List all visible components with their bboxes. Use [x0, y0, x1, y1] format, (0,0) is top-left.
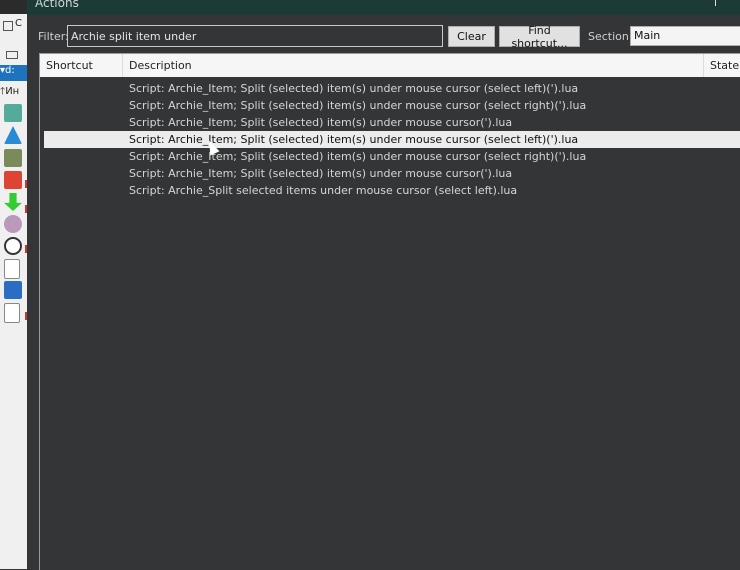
row-description: Script: Archie_Item; Split (selected) it… [129, 99, 587, 112]
app-icon [3, 21, 13, 31]
section-label: Section: [588, 30, 633, 43]
strip-item-1[interactable]: C [0, 18, 27, 34]
strip-item-label: Ин [5, 86, 20, 97]
clock-icon[interactable] [4, 237, 22, 255]
row-description: Script: Archie_Split selected items unde… [129, 184, 518, 197]
row-description: Script: Archie_Item; Split (selected) it… [129, 116, 513, 129]
list-header: Shortcut Description State ^ [40, 54, 740, 77]
strip-top-bar [0, 0, 27, 14]
list-row-selected[interactable]: Script: Archie_Item; Split (selected) it… [44, 131, 740, 148]
triangle-app-icon[interactable] [4, 126, 22, 144]
column-header-shortcut[interactable]: Shortcut [40, 54, 123, 77]
row-description: Script: Archie_Item; Split (selected) it… [129, 167, 513, 180]
list-row[interactable]: Script: Archie_Item; Split (selected) it… [40, 80, 740, 97]
list-row[interactable]: Script: Archie_Item; Split (selected) it… [40, 97, 740, 114]
tv-icon[interactable] [4, 171, 22, 189]
actions-list[interactable]: Shortcut Description State ^ Script: Arc… [39, 53, 740, 570]
strip-item-label: C [15, 18, 22, 29]
filter-label: Filter: [38, 30, 69, 43]
download-icon[interactable] [4, 193, 22, 211]
desktop-side-strip: C ▾d: 🡑Ин [0, 0, 27, 569]
radio-icon[interactable] [4, 149, 22, 167]
find-shortcut-button[interactable]: Find shortcut... [499, 24, 580, 50]
actions-window: Actions Filter: Clear Find shortcut... S… [27, 0, 740, 570]
users-icon[interactable] [4, 104, 22, 122]
document-icon[interactable] [4, 303, 20, 323]
strip-item-3[interactable]: 🡑Ин [0, 84, 27, 100]
row-description: Script: Archie_Item; Split (selected) it… [129, 133, 579, 146]
disc-icon[interactable] [4, 215, 22, 233]
column-header-state[interactable]: State [704, 54, 740, 77]
list-row[interactable]: Script: Archie_Split selected items unde… [40, 182, 740, 199]
document-icon[interactable] [4, 259, 20, 279]
sort-ascending-icon: ^ [409, 53, 418, 59]
list-row[interactable]: Script: Archie_Item; Split (selected) it… [40, 148, 740, 165]
drive-label: d: [5, 65, 15, 76]
filter-input[interactable] [67, 25, 443, 47]
window-control-icon[interactable] [715, 0, 716, 6]
strip-drive-row[interactable]: ▾d: [0, 65, 27, 81]
list-row[interactable]: Script: Archie_Item; Split (selected) it… [40, 114, 740, 131]
drive-icon [6, 51, 18, 59]
strip-item-2[interactable] [0, 46, 27, 62]
blue-app-icon[interactable] [4, 281, 22, 299]
section-select[interactable]: Main [630, 26, 740, 46]
window-title: Actions [35, 0, 79, 10]
row-description: Script: Archie_Item; Split (selected) it… [129, 82, 579, 95]
title-bar[interactable]: Actions [27, 0, 740, 15]
row-description: Script: Archie_Item; Split (selected) it… [129, 150, 587, 163]
list-row[interactable]: Script: Archie_Item; Split (selected) it… [40, 165, 740, 182]
clear-button[interactable]: Clear [448, 26, 495, 47]
list-rows: Script: Archie_Item; Split (selected) it… [40, 80, 740, 199]
